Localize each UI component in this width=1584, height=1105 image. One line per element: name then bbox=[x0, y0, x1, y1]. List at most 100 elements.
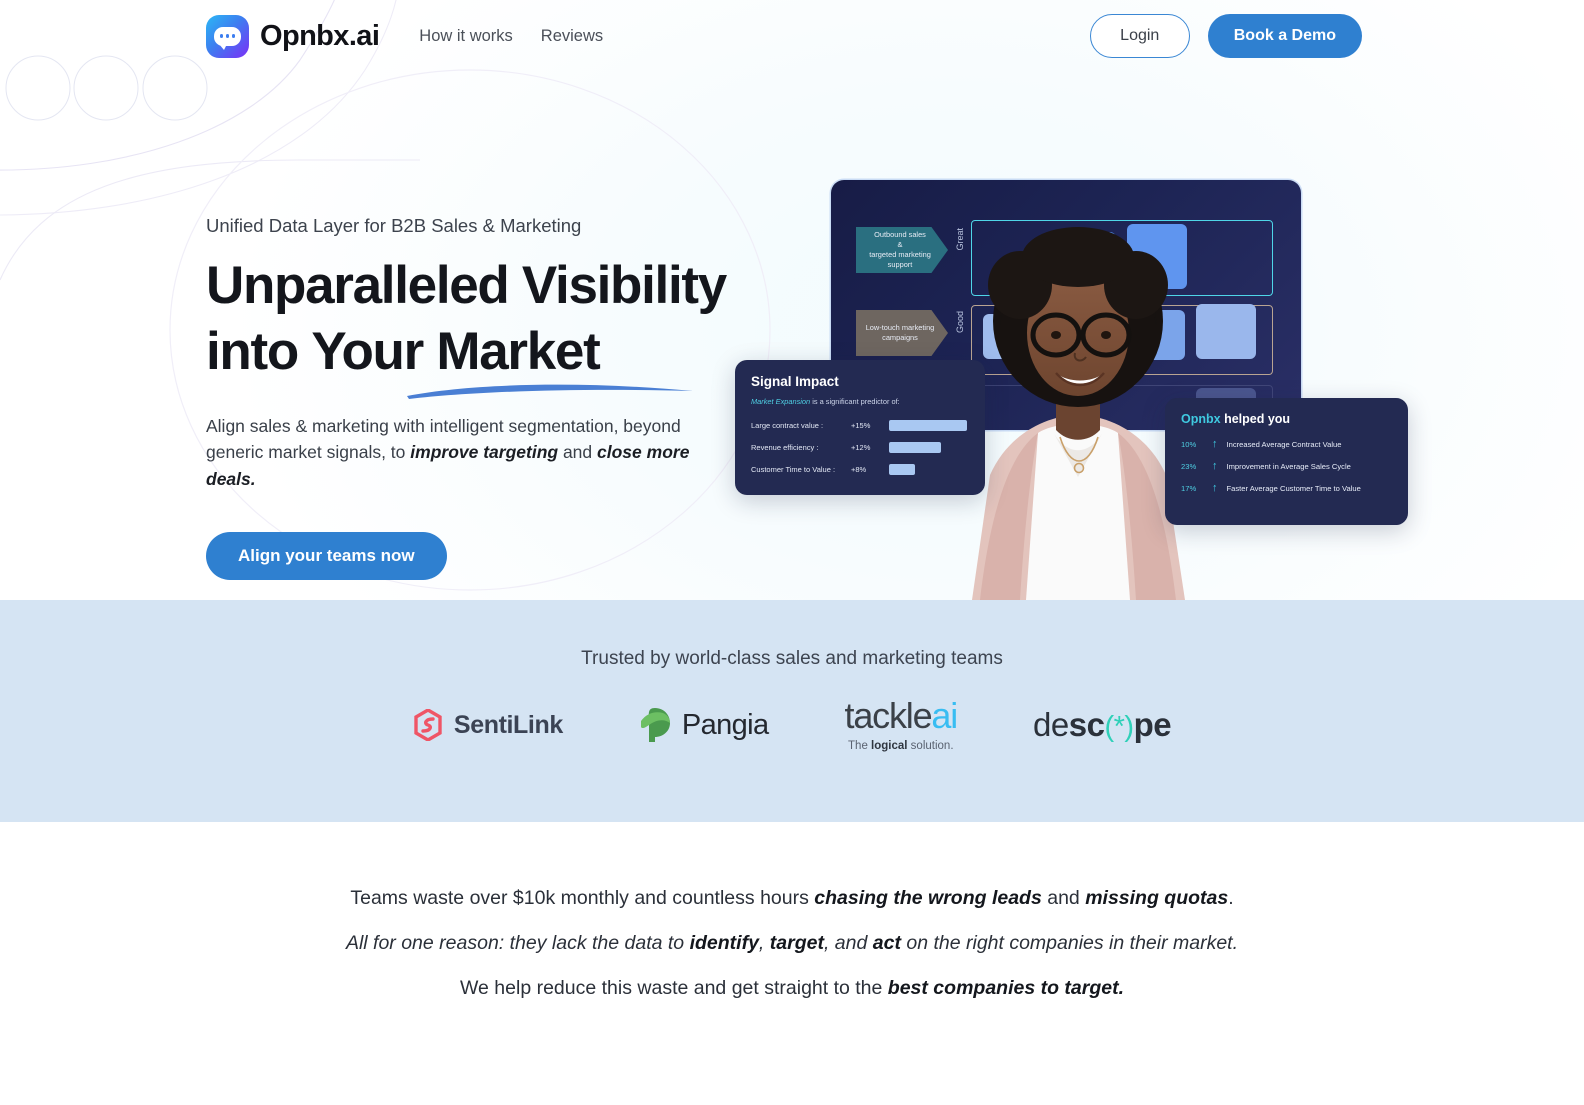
helped-row-text: Improvement in Average Sales Cycle bbox=[1226, 462, 1351, 471]
problem-line-1-d: missing quotas bbox=[1085, 887, 1229, 909]
book-demo-button[interactable]: Book a Demo bbox=[1207, 14, 1362, 58]
chat-bubble-logo-icon bbox=[206, 14, 249, 58]
helped-row: 10% ↑ Increased Average Contract Value bbox=[1181, 439, 1392, 450]
headline-line-2-prefix: into bbox=[206, 322, 312, 382]
problem-statement-section: Teams waste over $10k monthly and countl… bbox=[0, 822, 1584, 1105]
problem-line-2-e: , and bbox=[823, 932, 873, 954]
nav-link-reviews[interactable]: Reviews bbox=[541, 27, 603, 46]
partner-logos: SentiLink Pangia tackleai The logical so… bbox=[413, 695, 1172, 753]
arrow-up-icon: ↑ bbox=[1212, 438, 1218, 450]
trusted-by-title: Trusted by world-class sales and marketi… bbox=[581, 648, 1003, 669]
signal-row: Revenue efficiency : +12% bbox=[751, 442, 969, 453]
problem-line-1-c: and bbox=[1041, 887, 1086, 909]
arrow-up-icon: ↑ bbox=[1212, 482, 1218, 494]
problem-line-1-e: . bbox=[1228, 887, 1234, 909]
problem-line-2-c: , bbox=[758, 932, 770, 954]
pangia-label: Pangia bbox=[681, 708, 769, 741]
pangia-icon bbox=[640, 708, 670, 742]
dashboard-tile bbox=[1196, 304, 1256, 359]
hero-copy: Unified Data Layer for B2B Sales & Marke… bbox=[206, 215, 746, 581]
chip-outbound-sales: Outbound sales & targeted marketing supp… bbox=[856, 227, 948, 273]
signal-row-value: +12% bbox=[851, 443, 871, 452]
opnbx-helped-title-rest: helped you bbox=[1220, 412, 1291, 426]
descope-part-1: de bbox=[1033, 706, 1069, 743]
nav-link-how-it-works[interactable]: How it works bbox=[419, 27, 513, 46]
signal-row: Customer Time to Value : +8% bbox=[751, 464, 969, 475]
helped-row-text: Increased Average Contract Value bbox=[1226, 440, 1342, 449]
problem-line-2-a: All for one reason: they lack the data t… bbox=[345, 932, 690, 954]
sentilink-icon bbox=[414, 709, 442, 741]
tackleai-tagline: The logical solution. bbox=[848, 740, 953, 752]
logo-descope: de sc (*) pe bbox=[1033, 706, 1172, 744]
helped-row-percent: 17% bbox=[1181, 484, 1197, 493]
tackleai-label-b: ai bbox=[931, 695, 958, 736]
signal-impact-subtitle: Market Expansion is a significant predic… bbox=[751, 397, 969, 406]
signal-row-value: +15% bbox=[851, 421, 871, 430]
problem-line-2-d: target bbox=[769, 932, 824, 954]
helped-row-percent: 10% bbox=[1181, 440, 1197, 449]
tackleai-tag-a: The bbox=[848, 740, 872, 752]
hero-section: Opnbx.ai How it works Reviews Login Book… bbox=[0, 0, 1584, 600]
arrow-up-icon: ↑ bbox=[1212, 460, 1218, 472]
logo-pangia: Pangia bbox=[639, 707, 769, 743]
tackleai-label: tackleai bbox=[844, 695, 959, 736]
tackleai-tag-b: logical bbox=[871, 740, 908, 752]
brand-name: Opnbx.ai bbox=[260, 19, 380, 52]
nav-actions: Login Book a Demo bbox=[1089, 14, 1362, 58]
signal-row-bar bbox=[889, 442, 941, 453]
align-teams-cta-button[interactable]: Align your teams now bbox=[206, 532, 447, 581]
hero-subtitle: Align sales & marketing with intelligent… bbox=[206, 413, 726, 493]
hero-eyebrow: Unified Data Layer for B2B Sales & Marke… bbox=[206, 215, 582, 236]
helped-row: 17% ↑ Faster Average Customer Time to Va… bbox=[1181, 483, 1392, 494]
hero-sub-b: improve targeting bbox=[410, 442, 559, 463]
problem-line-2-g: on the right companies in their market. bbox=[900, 932, 1239, 954]
signal-impact-subtitle-emphasis: Market Expansion bbox=[751, 397, 811, 406]
signal-row-bar bbox=[889, 420, 967, 431]
opnbx-helped-card: Opnbx helped you 10% ↑ Increased Average… bbox=[1165, 398, 1408, 525]
signal-row-label: Large contract value : bbox=[751, 421, 824, 430]
opnbx-helped-title-brand: Opnbx bbox=[1181, 412, 1221, 426]
problem-line-3-b: best companies to target. bbox=[887, 977, 1125, 999]
signal-row-value: +8% bbox=[851, 465, 867, 474]
problem-line-2: All for one reason: they lack the data t… bbox=[346, 932, 1238, 955]
signal-impact-title: Signal Impact bbox=[751, 374, 839, 389]
login-button[interactable]: Login bbox=[1089, 14, 1190, 58]
brand-logo[interactable]: Opnbx.ai bbox=[206, 14, 380, 58]
hero-sub-c: and bbox=[558, 442, 598, 463]
headline-line-2-highlight: Your Market bbox=[311, 322, 600, 382]
sentilink-label: SentiLink bbox=[453, 710, 563, 739]
problem-line-1-a: Teams waste over $10k monthly and countl… bbox=[350, 887, 815, 909]
signal-impact-card: Signal Impact Market Expansion is a sign… bbox=[735, 360, 985, 495]
problem-line-2-f: act bbox=[872, 932, 901, 954]
signal-impact-subtitle-rest: is a significant predictor of: bbox=[810, 397, 900, 406]
tackleai-tag-c: solution. bbox=[907, 740, 954, 752]
problem-line-1-b: chasing the wrong leads bbox=[814, 887, 1042, 909]
problem-line-3: We help reduce this waste and get straig… bbox=[460, 977, 1124, 1000]
tackleai-label-a: tackle bbox=[844, 695, 933, 736]
person-photo bbox=[972, 227, 1185, 600]
nav-links: How it works Reviews bbox=[419, 27, 603, 46]
problem-line-2-b: identify bbox=[689, 932, 759, 954]
problem-line-1: Teams waste over $10k monthly and countl… bbox=[350, 887, 1233, 910]
descope-part-2: sc bbox=[1068, 706, 1105, 743]
descope-part-3: pe bbox=[1133, 706, 1172, 743]
page-title: Unparalleled Visibility into Your Market bbox=[206, 253, 746, 399]
signal-row-bar bbox=[889, 464, 915, 475]
logo-tackleai: tackleai The logical solution. bbox=[844, 695, 959, 753]
signal-row: Large contract value : +15% bbox=[751, 420, 969, 431]
signal-row-label: Customer Time to Value : bbox=[751, 465, 836, 474]
descope-asterisk-icon: (*) bbox=[1104, 711, 1134, 743]
helped-row-text: Faster Average Customer Time to Value bbox=[1226, 484, 1361, 493]
logo-sentilink: SentiLink bbox=[413, 709, 563, 741]
opnbx-helped-title: Opnbx helped you bbox=[1181, 412, 1392, 426]
helped-row: 23% ↑ Improvement in Average Sales Cycle bbox=[1181, 461, 1392, 472]
helped-row-percent: 23% bbox=[1181, 462, 1197, 471]
signal-row-label: Revenue efficiency : bbox=[751, 443, 819, 452]
chip-low-touch: Low-touch marketing campaigns bbox=[856, 310, 948, 356]
top-navigation-bar: Opnbx.ai How it works Reviews Login Book… bbox=[0, 0, 1584, 72]
underline-swoosh-icon bbox=[407, 384, 694, 399]
trusted-by-section: Trusted by world-class sales and marketi… bbox=[0, 600, 1584, 822]
headline-line-1: Unparalleled Visibility bbox=[206, 256, 727, 315]
hero-illustration: Outbound sales & targeted marketing supp… bbox=[735, 175, 1425, 600]
problem-line-3-a: We help reduce this waste and get straig… bbox=[459, 977, 888, 999]
